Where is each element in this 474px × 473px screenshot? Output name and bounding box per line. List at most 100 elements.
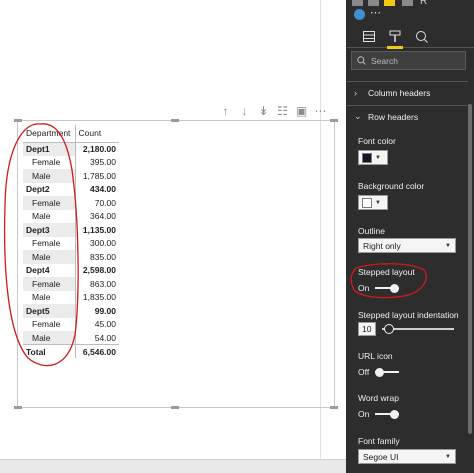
value-cell: 45.00 — [74, 317, 119, 331]
matrix-row-gender[interactable]: Female 300.00 — [23, 236, 119, 251]
value-cell: 1,785.00 — [74, 169, 119, 183]
globe-icon[interactable] — [354, 9, 365, 20]
font-family-label: Font family — [358, 436, 400, 446]
visual-type-icon[interactable] — [384, 0, 395, 6]
resize-handle[interactable] — [330, 406, 338, 409]
matrix-row-department[interactable]: Dept1 2,180.00 — [23, 142, 119, 156]
row-header-cell[interactable]: Dept3 — [23, 223, 75, 237]
section-column-headers[interactable]: › Column headers — [346, 81, 468, 103]
row-header-cell[interactable]: Female — [23, 196, 75, 210]
matrix-row-gender[interactable]: Female 45.00 — [23, 317, 119, 332]
stepped-indentation-label: Stepped layout indentation — [358, 310, 459, 320]
visual-type-icon[interactable] — [402, 0, 413, 6]
row-header-cell[interactable]: Male — [23, 331, 75, 345]
row-header-cell[interactable]: Dept2 — [23, 183, 75, 197]
total-value: 6,546.00 — [74, 344, 119, 358]
focus-mode-icon[interactable]: ▣ — [295, 105, 308, 118]
row-header-cell[interactable]: Male — [23, 250, 75, 264]
row-header-cell[interactable]: Male — [23, 210, 75, 224]
row-header-cell[interactable]: Dept1 — [23, 142, 75, 156]
pane-scrollbar[interactable] — [468, 104, 472, 434]
background-color-label: Background color — [358, 181, 425, 191]
matrix-row-gender[interactable]: Male 54.00 — [23, 331, 119, 345]
stepped-layout-state: On — [358, 283, 370, 293]
row-header-cell[interactable]: Female — [23, 156, 75, 170]
stepped-indentation-input[interactable]: 10 — [358, 322, 376, 336]
outline-label: Outline — [358, 226, 385, 236]
matrix-row-department[interactable]: Dept4 2,598.00 — [23, 263, 119, 278]
matrix-visual[interactable]: Department Count Dept1 2,180.00 Female 395.… — [14, 119, 338, 409]
tab-fields[interactable] — [358, 24, 380, 48]
row-header-cell[interactable]: Female — [23, 318, 75, 332]
outline-select[interactable]: Right only ▼ — [358, 238, 456, 253]
visualizations-pane: R ⋯ Search › Column headers ⌄ Row header… — [346, 0, 474, 473]
row-header-cell[interactable]: Male — [23, 291, 75, 305]
matrix-row-department[interactable]: Dept2 434.00 — [23, 182, 119, 197]
stepped-layout-label: Stepped layout — [358, 267, 415, 277]
search-icon — [357, 56, 366, 65]
resize-handle[interactable] — [14, 406, 22, 409]
page-tab-bar — [0, 459, 346, 473]
row-header-cell[interactable]: Female — [23, 277, 75, 291]
header-department[interactable]: Department — [23, 125, 75, 143]
stepped-indentation-slider[interactable] — [382, 324, 454, 334]
background-color-swatch — [362, 197, 372, 208]
header-count[interactable]: Count — [74, 125, 119, 143]
word-wrap-toggle[interactable]: On — [358, 409, 400, 419]
total-label: Total — [23, 344, 75, 358]
section-label: Row headers — [368, 111, 419, 122]
matrix-row-gender[interactable]: Female 863.00 — [23, 277, 119, 291]
value-cell: 1,835.00 — [74, 290, 119, 304]
slider-knob[interactable] — [384, 324, 394, 334]
matrix-row-gender[interactable]: Female 70.00 — [23, 196, 119, 210]
matrix-table: Department Count Dept1 2,180.00 Female 395.… — [23, 125, 119, 358]
stepped-layout-toggle[interactable]: On — [358, 283, 400, 293]
value-cell: 364.00 — [74, 209, 119, 223]
toggle-knob — [390, 409, 400, 419]
matrix-row-department[interactable]: Dept5 99.00 — [23, 304, 119, 318]
more-options-icon[interactable]: ⋯ — [314, 105, 327, 118]
resize-handle[interactable] — [171, 119, 179, 122]
resize-handle[interactable] — [171, 406, 179, 409]
url-icon-toggle[interactable]: Off — [358, 367, 400, 377]
background-color-picker[interactable]: ▼ — [358, 195, 388, 210]
font-color-picker[interactable]: ▼ — [358, 150, 388, 165]
matrix-row-gender[interactable]: Male 364.00 — [23, 209, 119, 224]
r-visual-icon[interactable]: R — [420, 0, 431, 7]
chevron-right-icon: › — [354, 87, 357, 98]
caret-down-icon: ▼ — [375, 199, 381, 206]
row-header-cell[interactable]: Dept4 — [23, 264, 75, 278]
arrow-up-icon[interactable]: ↑ — [219, 105, 232, 118]
value-cell: 300.00 — [74, 236, 119, 250]
row-header-cell[interactable]: Dept5 — [23, 304, 75, 318]
matrix-row-department[interactable]: Dept3 1,135.00 — [23, 223, 119, 237]
arrow-down-icon[interactable]: ↓ — [238, 105, 251, 118]
toggle-track — [375, 283, 400, 293]
tab-analytics[interactable] — [410, 24, 432, 48]
font-family-select[interactable]: Segoe UI ▼ — [358, 449, 456, 464]
tab-format[interactable] — [384, 24, 406, 49]
more-visuals-icon[interactable]: ⋯ — [370, 6, 381, 19]
double-arrow-down-icon[interactable]: ↡ — [257, 105, 270, 118]
outline-value: Right only — [363, 240, 401, 251]
matrix-row-gender[interactable]: Male 1,835.00 — [23, 290, 119, 305]
matrix-total-row[interactable]: Total 6,546.00 — [23, 344, 119, 358]
section-row-headers[interactable]: ⌄ Row headers — [346, 105, 468, 127]
matrix-row-gender[interactable]: Male 1,785.00 — [23, 169, 119, 183]
annotation-ellipse-stepped — [350, 263, 427, 299]
format-search-box[interactable]: Search — [351, 51, 466, 70]
row-header-cell[interactable]: Female — [23, 237, 75, 251]
value-cell: 99.00 — [74, 304, 119, 318]
matrix-row-gender[interactable]: Male 835.00 — [23, 250, 119, 264]
matrix-row-gender[interactable]: Female 395.00 — [23, 155, 119, 170]
resize-handle[interactable] — [330, 119, 338, 122]
visual-type-icon[interactable] — [352, 0, 363, 6]
expand-hierarchy-icon[interactable]: ☷ — [276, 105, 289, 118]
value-cell: 863.00 — [74, 277, 119, 291]
format-paint-roller-icon — [389, 30, 401, 42]
row-header-cell[interactable]: Male — [23, 169, 75, 183]
resize-handle[interactable] — [14, 119, 22, 122]
pane-tabs — [346, 24, 474, 49]
fields-icon — [363, 30, 375, 42]
value-cell: 2,598.00 — [74, 263, 119, 277]
